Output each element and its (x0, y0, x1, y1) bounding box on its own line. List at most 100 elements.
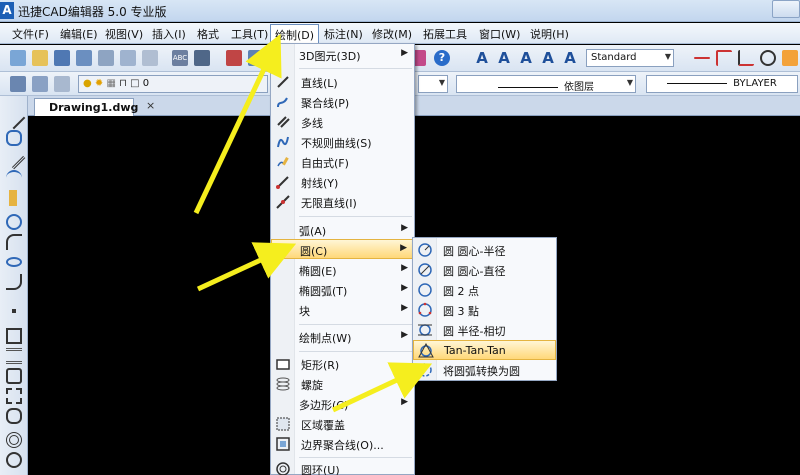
text-scale-icon[interactable]: A (540, 50, 556, 66)
save-icon[interactable] (54, 50, 70, 66)
polyline-tool-icon[interactable] (6, 130, 22, 146)
plot-icon[interactable] (142, 50, 158, 66)
open-file-icon[interactable] (32, 50, 48, 66)
submenu-arrow-icon: ▶ (401, 223, 408, 233)
menu-window[interactable]: 窗口(W) (479, 26, 520, 42)
menu-edit[interactable]: 编辑(E) (60, 26, 98, 42)
menu-item-arc-to-circle[interactable]: 将圆弧转换为圆 (413, 360, 556, 380)
text-style-select[interactable]: Standard ▼ (586, 49, 674, 67)
print-icon[interactable] (98, 50, 114, 66)
menu-item-elliptical-arc[interactable]: 椭圆弧(T) ▶ (271, 280, 414, 300)
menu-item-tan-tan-tan[interactable]: Tan-Tan-Tan (413, 340, 556, 360)
freehand-pencil-icon (277, 157, 289, 167)
new-file-icon[interactable] (10, 50, 26, 66)
text-justify-icon[interactable]: A (562, 50, 578, 66)
dim-ordinate-icon[interactable] (738, 50, 754, 66)
menu-item-point[interactable]: 绘制点(W) ▶ (271, 327, 414, 347)
menu-item-circle[interactable]: 圆(C) ▶ (271, 239, 414, 259)
menu-item-block[interactable]: 块 ▶ (271, 300, 414, 320)
menu-item-wipeout[interactable]: 区域覆盖 (271, 414, 414, 434)
menu-item-circle-center-diameter[interactable]: 圆 圆心-直径 (413, 260, 556, 280)
dim-aligned-icon[interactable] (716, 50, 732, 66)
menu-item-xline[interactable]: 无限直线(I) (271, 192, 414, 212)
save-as-icon[interactable] (76, 50, 92, 66)
cut-icon[interactable] (226, 50, 242, 66)
copy-icon[interactable] (248, 50, 264, 66)
rectangle-tool-icon[interactable] (6, 328, 22, 344)
linetype-select[interactable]: 依图层 ▼ (456, 75, 636, 93)
point-tool-icon[interactable] (12, 309, 16, 313)
mtext-icon[interactable]: A (496, 50, 512, 66)
menu-item-3d[interactable]: 3D图元(3D) ▶ (271, 45, 414, 65)
layer-value: 0 (142, 78, 150, 89)
menu-view[interactable]: 视图(V) (105, 26, 143, 42)
wipeout-tool-icon[interactable] (6, 388, 22, 404)
minimize-button[interactable] (772, 0, 800, 18)
menu-item-multiline[interactable]: 多线 (271, 112, 414, 132)
freeze-icon: ▦ (106, 78, 116, 89)
tab-drawing1[interactable]: Drawing1.dwg (34, 98, 138, 116)
layer-previous-icon[interactable] (32, 76, 48, 92)
lineweight-select[interactable]: BYLAYER (646, 75, 798, 93)
circle-tool-icon[interactable] (6, 214, 22, 230)
menu-item-line[interactable]: 直线(L) (271, 72, 414, 92)
line-tool-icon[interactable] (2, 106, 26, 130)
rectangle-icon (276, 359, 290, 370)
spell-check-icon[interactable]: ABC (172, 50, 188, 66)
elliptical-arc-tool-icon[interactable] (6, 274, 22, 290)
region-tool-icon[interactable] (6, 452, 22, 468)
layer-manager-icon[interactable] (10, 76, 26, 92)
menu-format[interactable]: 格式 (197, 26, 219, 42)
layer-select[interactable]: ● ✹ ▦ ⊓ □ 0 (78, 75, 268, 93)
window-title: 迅捷CAD编辑器 5.0 专业版 (18, 5, 167, 19)
menu-item-boundary[interactable]: 边界聚合线(O)... (271, 434, 414, 454)
text-style-a-icon[interactable]: A (474, 50, 490, 66)
helix-tool-icon[interactable] (6, 348, 22, 364)
menu-item-freehand[interactable]: 自由式(F) (271, 152, 414, 172)
menu-item-rectangle[interactable]: 矩形(R) (271, 354, 414, 374)
menu-item-polyline[interactable]: 聚合线(P) (271, 92, 414, 112)
menu-dimension[interactable]: 标注(N) (324, 26, 363, 42)
donut-tool-icon[interactable] (6, 432, 22, 448)
menu-item-arc[interactable]: 弧(A) ▶ (271, 220, 414, 240)
color-select[interactable]: ▼ (418, 75, 448, 93)
menu-item-circle-center-radius[interactable]: 圆 圆心-半径 (413, 240, 556, 260)
menu-item-circle-3-point[interactable]: 圆 3 點 (413, 300, 556, 320)
print-preview-icon[interactable] (120, 50, 136, 66)
layer-states-icon[interactable] (54, 76, 70, 92)
boundary-tool-icon[interactable] (6, 408, 22, 424)
menu-file[interactable]: 文件(F) (12, 26, 49, 42)
menu-item-polygon[interactable]: 多边形(C) ▶ (271, 394, 414, 414)
text-edit-icon[interactable]: A (518, 50, 534, 66)
dim-radius-icon[interactable] (760, 50, 776, 66)
spline-tool-icon[interactable] (6, 170, 22, 186)
menu-item-circle-2-point[interactable]: 圆 2 点 (413, 280, 556, 300)
menu-item-circle-tan-tan-radius[interactable]: 圆 半径-相切 (413, 320, 556, 340)
menu-item-helix[interactable]: 螺旋 (271, 374, 414, 394)
menu-modify[interactable]: 修改(M) (372, 26, 412, 42)
menu-help[interactable]: 说明(H) (530, 26, 569, 42)
menu-extend-tools[interactable]: 拓展工具 (423, 26, 467, 42)
menu-item-spline[interactable]: 不规则曲线(S) (271, 132, 414, 152)
menu-insert[interactable]: 插入(I) (152, 26, 186, 42)
menu-item-ray[interactable]: 射线(Y) (271, 172, 414, 192)
help-icon[interactable]: ? (434, 50, 450, 66)
dim-diameter-icon[interactable] (782, 50, 798, 66)
dim-linear-icon[interactable] (694, 57, 710, 59)
spline-icon (277, 136, 289, 148)
arc-to-circle-icon (418, 363, 432, 377)
arc-tool-icon[interactable] (6, 234, 22, 250)
circle-tan-tan-tan-icon (418, 343, 434, 358)
menu-item-donut[interactable]: 圆环(U) (271, 459, 414, 475)
find-icon[interactable] (194, 50, 210, 66)
lightbulb-icon: ● (83, 78, 92, 89)
multiline-icon (277, 116, 290, 128)
menu-item-ellipse[interactable]: 椭圆(E) ▶ (271, 260, 414, 280)
freehand-tool-icon[interactable] (9, 190, 17, 206)
menu-tools[interactable]: 工具(T) (231, 26, 268, 42)
helix-icon (276, 377, 290, 391)
ellipse-tool-icon[interactable] (6, 257, 22, 267)
multiline-tool-icon[interactable] (2, 146, 26, 170)
polygon-tool-icon[interactable] (6, 368, 22, 384)
close-tab-icon[interactable]: × (146, 99, 155, 112)
